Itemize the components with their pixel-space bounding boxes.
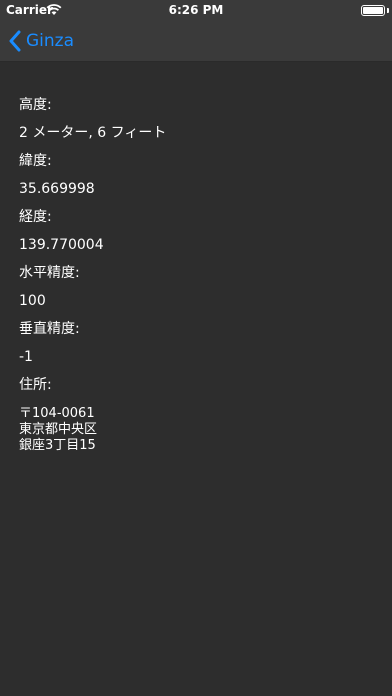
address-value: 〒104-0061 東京都中央区 銀座3丁目15 — [19, 406, 380, 454]
altitude-label: 高度: — [19, 97, 52, 113]
vertical-accuracy-value: -1 — [19, 349, 33, 365]
back-button-label: Ginza — [26, 31, 75, 51]
longitude-value: 139.770004 — [19, 237, 104, 253]
status-time: 6:26 PM — [168, 3, 224, 17]
chevron-left-icon — [9, 30, 21, 52]
address-street: 銀座3丁目15 — [19, 438, 96, 453]
battery-cap — [387, 8, 389, 13]
battery-fill — [363, 7, 383, 14]
horizontal-accuracy-value: 100 — [19, 293, 46, 309]
address-postal-code: 〒104-0061 — [19, 406, 95, 421]
latitude-label: 緯度: — [19, 153, 52, 169]
latitude-value: 35.669998 — [19, 181, 95, 197]
location-details: 高度: 2 メーター, 6 フィート 緯度: 35.669998 経度: 139… — [19, 96, 380, 454]
battery-icon — [361, 5, 385, 16]
altitude-value: 2 メーター, 6 フィート — [19, 125, 167, 141]
address-ward: 東京都中央区 — [19, 422, 98, 437]
status-bar: Carrier 6:26 PM — [0, 0, 392, 20]
navigation-bar: Ginza — [0, 20, 392, 62]
address-label: 住所: — [19, 377, 52, 393]
back-button[interactable]: Ginza — [8, 28, 74, 54]
vertical-accuracy-label: 垂直精度: — [19, 321, 80, 337]
horizontal-accuracy-label: 水平精度: — [19, 265, 80, 281]
longitude-label: 経度: — [19, 209, 52, 225]
